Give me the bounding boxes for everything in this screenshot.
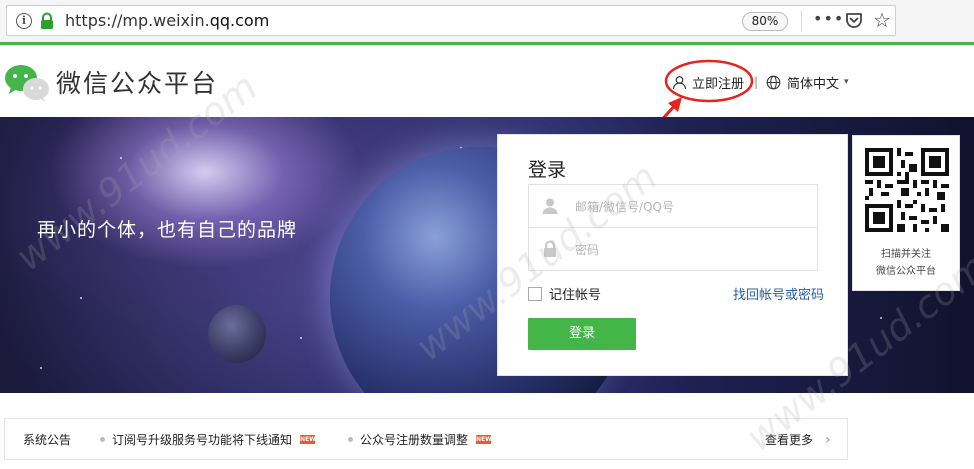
chevron-right-icon: › (825, 431, 831, 448)
info-icon[interactable]: i (16, 13, 32, 29)
site-title: 微信公众平台 (56, 69, 219, 98)
notice-item[interactable]: 公众号注册数量调整 NEW (348, 431, 492, 448)
remember-checkbox[interactable] (528, 286, 542, 301)
user-icon (542, 198, 558, 214)
moon-illustration (208, 305, 266, 363)
url-host: qq.com (209, 11, 270, 30)
login-title: 登录 (528, 159, 567, 181)
notice-text: 公众号注册数量调整 (360, 433, 469, 447)
remember-label: 记住帐号 (549, 288, 602, 303)
wechat-logo-icon (5, 65, 49, 102)
globe-icon (766, 75, 781, 89)
notice-item[interactable]: 订阅号升级服务号功能将下线通知 NEW (100, 431, 316, 448)
zoom-level-badge[interactable]: 80% (742, 12, 788, 31)
remember-account[interactable]: 记住帐号 (528, 284, 601, 303)
password-field[interactable] (528, 227, 818, 271)
lock-icon (41, 12, 53, 29)
notice-bar: 系统公告 订阅号升级服务号功能将下线通知 NEW 公众号注册数量调整 NEW 查… (4, 418, 848, 460)
username-input[interactable] (575, 196, 805, 218)
lock-icon (544, 240, 556, 257)
star-dot (120, 157, 122, 159)
qr-caption-line2: 微信公众平台 (876, 266, 936, 277)
bullet-icon (348, 437, 353, 442)
view-more-label: 查看更多 (765, 433, 814, 447)
address-bar[interactable]: i https://mp.weixin.qq.com 80% ••• ☆ (6, 5, 896, 36)
bullet-icon (100, 437, 105, 442)
recover-account-link[interactable]: 找回帐号或密码 (733, 284, 824, 303)
star-dot (80, 297, 82, 299)
header-accent-line (0, 42, 974, 45)
ellipsis-icon[interactable]: ••• (813, 9, 844, 28)
language-label: 简体中文 (787, 76, 840, 92)
chevron-down-icon: ▾ (844, 77, 849, 87)
login-button[interactable]: 登录 (528, 318, 636, 350)
url-prefix: https://mp.weixin. (65, 11, 210, 30)
qr-code-icon (865, 148, 949, 232)
password-input[interactable] (575, 239, 805, 261)
banner-slogan: 再小的个体，也有自己的品牌 (37, 219, 298, 241)
view-more-link[interactable]: 查看更多 › (765, 431, 831, 448)
notice-label: 系统公告 (23, 433, 72, 447)
browser-toolbar: i https://mp.weixin.qq.com 80% ••• ☆ (0, 0, 974, 42)
star-dot (880, 317, 882, 319)
username-field[interactable] (528, 184, 818, 228)
star-dot (40, 367, 42, 369)
language-selector[interactable]: 简体中文 ▾ (766, 71, 849, 93)
qr-card: 扫描并关注 微信公众平台 (852, 135, 960, 291)
url-text[interactable]: https://mp.weixin.qq.com (65, 11, 269, 31)
star-icon[interactable]: ☆ (873, 8, 891, 32)
qr-caption-line1: 扫描并关注 (881, 249, 931, 260)
new-badge: NEW (476, 435, 492, 444)
star-dot (300, 337, 302, 339)
new-badge: NEW (300, 435, 316, 444)
notice-text: 订阅号升级服务号功能将下线通知 (112, 433, 293, 447)
pocket-icon[interactable] (845, 12, 863, 29)
login-panel: 登录 记住帐号 找回帐号或密码 登录 (497, 134, 848, 376)
toolbar-separator (801, 10, 802, 32)
